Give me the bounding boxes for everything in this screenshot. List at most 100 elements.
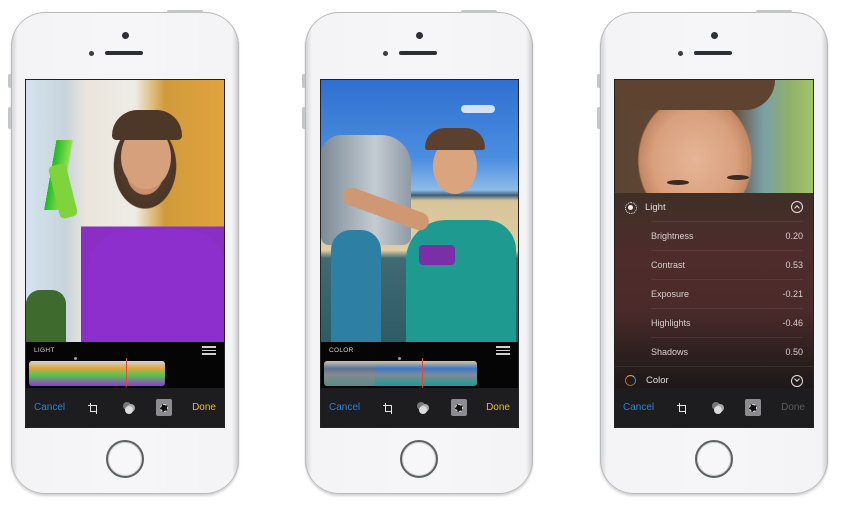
crop-button[interactable] (380, 400, 396, 416)
filters-icon (122, 401, 136, 414)
color-label: Color (646, 375, 669, 386)
crop-icon (382, 402, 393, 414)
editor-label: LIGHT (34, 347, 55, 354)
adjustment-name: Brightness (651, 231, 694, 241)
adjustment-row-shadows[interactable]: Shadows 0.50 (651, 337, 803, 366)
adjustment-row-contrast[interactable]: Contrast 0.53 (651, 250, 803, 279)
purple-sleeve (419, 245, 455, 265)
power-button (167, 10, 203, 13)
filmstrip-thumbnail[interactable] (409, 361, 426, 386)
adjustment-name: Highlights (651, 318, 691, 328)
adjustment-value: 0.20 (785, 231, 803, 241)
filmstrip-thumbnail[interactable] (375, 361, 392, 386)
hair (615, 80, 775, 110)
filmstrip-thumbnail[interactable] (426, 361, 443, 386)
adjustment-row-highlights[interactable]: Highlights -0.46 (651, 308, 803, 337)
filmstrip-thumbnail[interactable] (443, 361, 460, 386)
iphone-1: LIGHT Cancel Done (8, 10, 239, 497)
photo (615, 80, 813, 200)
light-section-header[interactable]: Light (615, 193, 813, 221)
adjust-button[interactable] (156, 399, 173, 416)
screen: COLOR Cancel Done (320, 79, 519, 428)
teal-shirt (406, 220, 516, 342)
hair (112, 110, 182, 140)
iphone-3: Light Brightness 0.20 Contrast 0.53 Expo… (597, 10, 828, 497)
filter-editor: LIGHT (26, 342, 224, 391)
edit-toolbar: Cancel Done (615, 388, 813, 427)
collapse-chevron-icon[interactable] (791, 201, 803, 213)
cancel-button[interactable]: Cancel (34, 402, 65, 413)
filmstrip-thumbnail[interactable] (80, 361, 97, 386)
adjust-dial-icon (156, 399, 173, 416)
home-button[interactable] (106, 440, 144, 478)
adjustment-value: -0.21 (782, 289, 803, 299)
filmstrip-thumbnail[interactable] (114, 361, 131, 386)
left-eye (667, 180, 689, 185)
front-camera (711, 32, 718, 39)
filters-button[interactable] (710, 400, 726, 416)
list-icon[interactable] (202, 346, 216, 355)
adjustment-row-brightness[interactable]: Brightness 0.20 (651, 221, 803, 250)
filmstrip-thumbnail[interactable] (29, 361, 46, 386)
adjust-dial-icon (745, 399, 762, 416)
cancel-button[interactable]: Cancel (623, 402, 654, 413)
done-button[interactable]: Done (486, 402, 510, 413)
filters-icon (711, 401, 725, 414)
done-button[interactable]: Done (192, 402, 216, 413)
filmstrip[interactable] (29, 361, 165, 386)
sensor (678, 51, 683, 56)
light-label: Light (645, 201, 666, 213)
filters-button[interactable] (121, 400, 137, 416)
volume-up-button (302, 107, 305, 129)
iphone-2: COLOR Cancel Done (302, 10, 533, 497)
original-position-dot (398, 357, 401, 360)
sun-icon (625, 202, 637, 214)
filters-button[interactable] (415, 400, 431, 416)
crop-button[interactable] (85, 400, 101, 416)
volume-up-button (8, 107, 11, 129)
filmstrip-thumbnail[interactable] (358, 361, 375, 386)
filmstrip-thumbnail[interactable] (97, 361, 114, 386)
filmstrip-thumbnail[interactable] (341, 361, 358, 386)
cancel-button[interactable]: Cancel (329, 402, 360, 413)
mute-switch (8, 74, 11, 88)
crop-icon (87, 402, 98, 414)
bush (26, 290, 66, 342)
filmstrip-thumbnail[interactable] (460, 361, 477, 386)
adjust-dial-icon (450, 399, 467, 416)
hair (425, 128, 485, 150)
binocular-viewer (321, 135, 411, 245)
home-button[interactable] (400, 440, 438, 478)
crop-button[interactable] (674, 400, 690, 416)
adjust-button[interactable] (450, 399, 467, 416)
edit-toolbar: Cancel Done (321, 388, 518, 427)
adjustment-row-exposure[interactable]: Exposure -0.21 (651, 279, 803, 308)
sensor (383, 51, 388, 56)
expand-chevron-icon[interactable] (791, 374, 803, 387)
adjustments-panel: Light Brightness 0.20 Contrast 0.53 Expo… (615, 193, 813, 390)
filmstrip-thumbnail[interactable] (324, 361, 341, 386)
filmstrip-thumbnail[interactable] (392, 361, 409, 386)
filmstrip-thumbnail[interactable] (63, 361, 80, 386)
photo (321, 80, 518, 342)
edit-toolbar: Cancel Done (26, 388, 224, 427)
filters-icon (416, 401, 430, 414)
filter-editor: COLOR (321, 342, 518, 391)
screen: LIGHT Cancel Done (25, 79, 225, 428)
home-button[interactable] (695, 440, 733, 478)
adjustment-value: 0.50 (785, 347, 803, 357)
popsicle (47, 162, 79, 220)
power-button (461, 10, 497, 13)
list-icon[interactable] (496, 346, 510, 355)
adjustment-name: Shadows (651, 347, 689, 357)
filmstrip[interactable] (324, 361, 477, 386)
earpiece-speaker (694, 51, 732, 55)
filmstrip-thumbnail[interactable] (46, 361, 63, 386)
filmstrip-thumbnail[interactable] (131, 361, 148, 386)
screen: Light Brightness 0.20 Contrast 0.53 Expo… (614, 79, 814, 428)
filmstrip-thumbnail[interactable] (148, 361, 165, 386)
done-button[interactable]: Done (781, 402, 805, 413)
mute-switch (302, 74, 305, 88)
adjust-button[interactable] (745, 399, 762, 416)
viewer-stand (331, 230, 381, 342)
